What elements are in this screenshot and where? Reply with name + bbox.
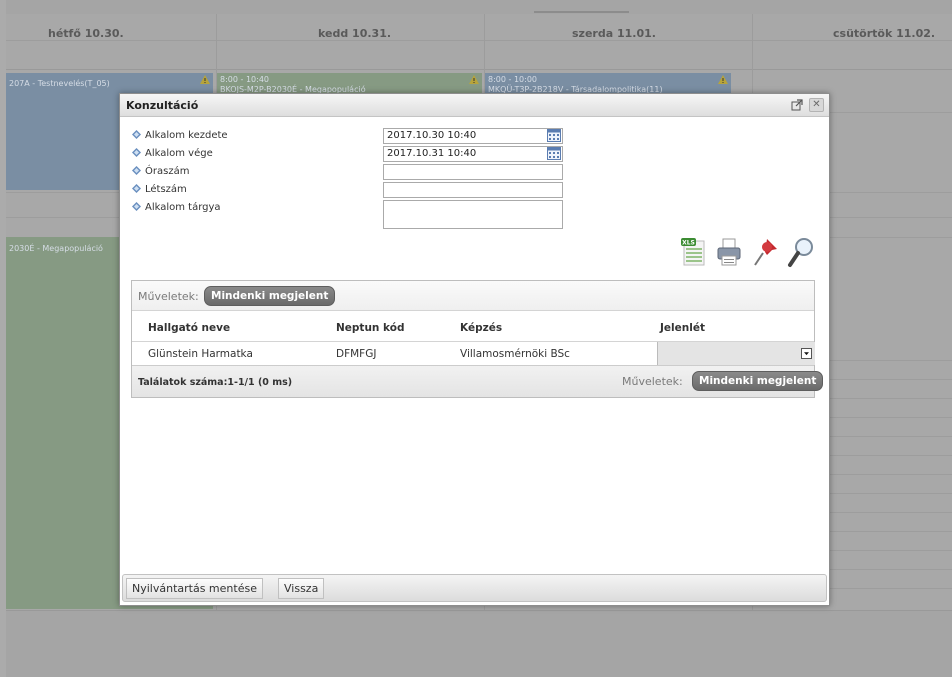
calendar-icon[interactable] <box>547 147 561 160</box>
calendar-footer-area <box>6 610 952 677</box>
grid-footer: Találatok száma:1-1/1 (0 ms) Műveletek: … <box>132 366 824 397</box>
required-diamond-icon <box>132 166 141 175</box>
day-header-monday: hétfő 10.30. <box>48 27 124 40</box>
popout-icon[interactable] <box>791 99 803 111</box>
neptun-code-cell: DFMFGJ <box>336 348 377 360</box>
hours-label: Óraszám <box>145 166 190 177</box>
grid-header: Hallgató neve Neptun kód Képzés Jelenlét <box>132 311 814 342</box>
save-attendance-button[interactable]: Nyilvántartás mentése <box>126 578 263 599</box>
subject-label: Alkalom tárgya <box>145 202 221 213</box>
calendar-event[interactable]: 8:00 - 10:00 MKQÜ-T3P-2B218V - Társadalo… <box>485 73 731 93</box>
day-header-wednesday: szerda 11.01. <box>572 27 656 40</box>
export-toolbar: XLS <box>678 235 818 271</box>
column-header-neptun-code[interactable]: Neptun kód <box>336 322 404 334</box>
form-row-headcount: Létszám <box>132 182 822 198</box>
required-diamond-icon <box>132 148 141 157</box>
warning-icon <box>718 75 728 84</box>
warning-icon <box>469 75 479 84</box>
day-header-tuesday: kedd 10.31. <box>318 27 392 40</box>
column-header-attendance[interactable]: Jelenlét <box>660 322 705 334</box>
column-header-program[interactable]: Képzés <box>460 322 502 334</box>
table-row[interactable]: Glünstein Harmatka DFMFGJ Villamosmérnök… <box>132 342 815 366</box>
operations-label: Műveletek: <box>138 290 199 303</box>
start-label: Alkalom kezdete <box>145 130 228 141</box>
event-text: MKQÜ-T3P-2B218V - Társadalompolitika(11) <box>488 85 663 93</box>
headcount-label: Létszám <box>145 184 187 195</box>
chevron-down-icon[interactable] <box>801 348 812 359</box>
search-icon[interactable] <box>786 235 816 271</box>
xls-export-icon[interactable]: XLS <box>678 235 708 271</box>
back-button[interactable]: Vissza <box>278 578 325 599</box>
calendar-event[interactable]: 8:00 - 10:40 BKOJS-M2P-B2030É - Megapopu… <box>217 73 482 93</box>
close-icon[interactable]: ✕ <box>809 98 824 112</box>
pin-icon[interactable] <box>750 235 780 271</box>
start-date-input[interactable]: 2017.10.30 10:40 <box>383 128 563 144</box>
hours-input[interactable] <box>383 164 563 180</box>
results-count: Találatok száma:1-1/1 (0 ms) <box>138 377 293 388</box>
required-diamond-icon <box>132 184 141 193</box>
headcount-input[interactable] <box>383 182 563 198</box>
form-row-hours: Óraszám <box>132 164 822 180</box>
required-diamond-icon <box>132 202 141 211</box>
consultation-dialog: Konzultáció ✕ Alkalom kezdete 2017.10.30… <box>119 93 830 606</box>
all-present-button[interactable]: Mindenki megjelent <box>204 286 336 306</box>
dialog-titlebar: Konzultáció ✕ <box>120 94 829 117</box>
footer-all-present-button[interactable]: Mindenki megjelent <box>692 371 824 391</box>
program-cell: Villamosmérnöki BSc <box>460 348 570 360</box>
form-row-subject: Alkalom tárgya <box>132 200 822 230</box>
attendance-select[interactable] <box>657 342 815 365</box>
grid-operations-bar: Műveletek: Mindenki megjelent <box>132 281 814 311</box>
footer-operations-label: Műveletek: <box>622 375 683 388</box>
event-text: 207A - Testnevelés(T_05) <box>9 79 110 88</box>
column-header-student-name[interactable]: Hallgató neve <box>148 322 230 334</box>
end-date-input[interactable]: 2017.10.31 10:40 <box>383 146 563 162</box>
attendance-grid: Műveletek: Mindenki megjelent Hallgató n… <box>131 280 824 398</box>
end-label: Alkalom vége <box>145 148 213 159</box>
event-text: BKOJS-M2P-B2030É - Megapopuláció <box>220 85 366 93</box>
event-time: 8:00 - 10:00 <box>488 75 537 84</box>
dialog-title: Konzultáció <box>126 99 199 112</box>
event-time: 8:00 - 10:40 <box>220 75 269 84</box>
calendar-top-bar <box>6 0 952 14</box>
print-icon[interactable] <box>714 235 744 271</box>
required-diamond-icon <box>132 130 141 139</box>
calendar-header <box>6 14 952 70</box>
form-row-end: Alkalom vége 2017.10.31 10:40 <box>132 146 822 162</box>
subject-textarea[interactable] <box>383 200 563 229</box>
student-name-cell: Glünstein Harmatka <box>148 348 253 360</box>
calendar-icon[interactable] <box>547 129 561 142</box>
form-row-start: Alkalom kezdete 2017.10.30 10:40 <box>132 128 822 144</box>
day-header-thursday: csütörtök 11.02. <box>833 27 936 40</box>
dialog-button-bar: Nyilvántartás mentése Vissza <box>122 574 827 602</box>
xls-label: XLS <box>682 240 695 247</box>
warning-icon <box>200 75 210 84</box>
